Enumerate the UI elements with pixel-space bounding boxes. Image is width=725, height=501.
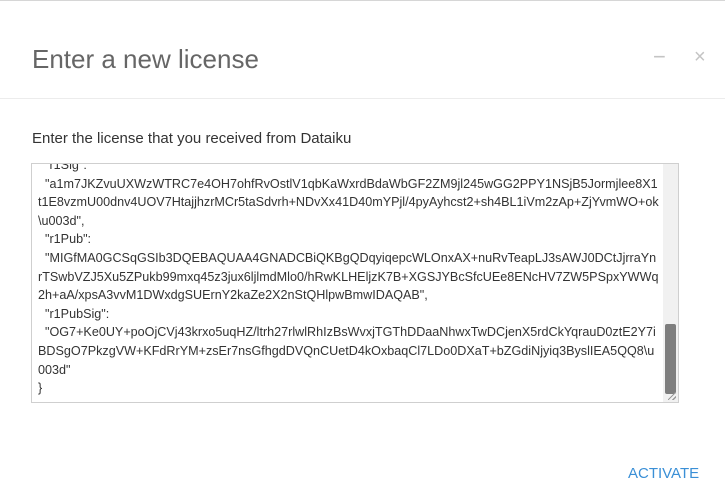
license-prompt-label: Enter the license that you received from… bbox=[32, 130, 352, 147]
dialog-header: Enter a new license − × bbox=[0, 1, 725, 99]
scrollbar-thumb[interactable] bbox=[665, 324, 676, 394]
resize-handle-icon[interactable] bbox=[668, 392, 676, 400]
activate-button[interactable]: ACTIVATE bbox=[628, 464, 699, 484]
close-icon[interactable]: × bbox=[694, 45, 706, 69]
license-dialog: Enter a new license − × Enter the licens… bbox=[0, 0, 725, 501]
license-text-content: "r1Sig": "a1m7JKZvuUXWzWTRC7e4OH7ohfRvOs… bbox=[38, 163, 659, 396]
textarea-scrollbar[interactable] bbox=[663, 164, 678, 402]
dialog-title: Enter a new license bbox=[32, 44, 259, 74]
minimize-icon[interactable]: − bbox=[653, 45, 666, 69]
license-textarea[interactable]: "r1Sig": "a1m7JKZvuUXWzWTRC7e4OH7ohfRvOs… bbox=[31, 163, 679, 403]
